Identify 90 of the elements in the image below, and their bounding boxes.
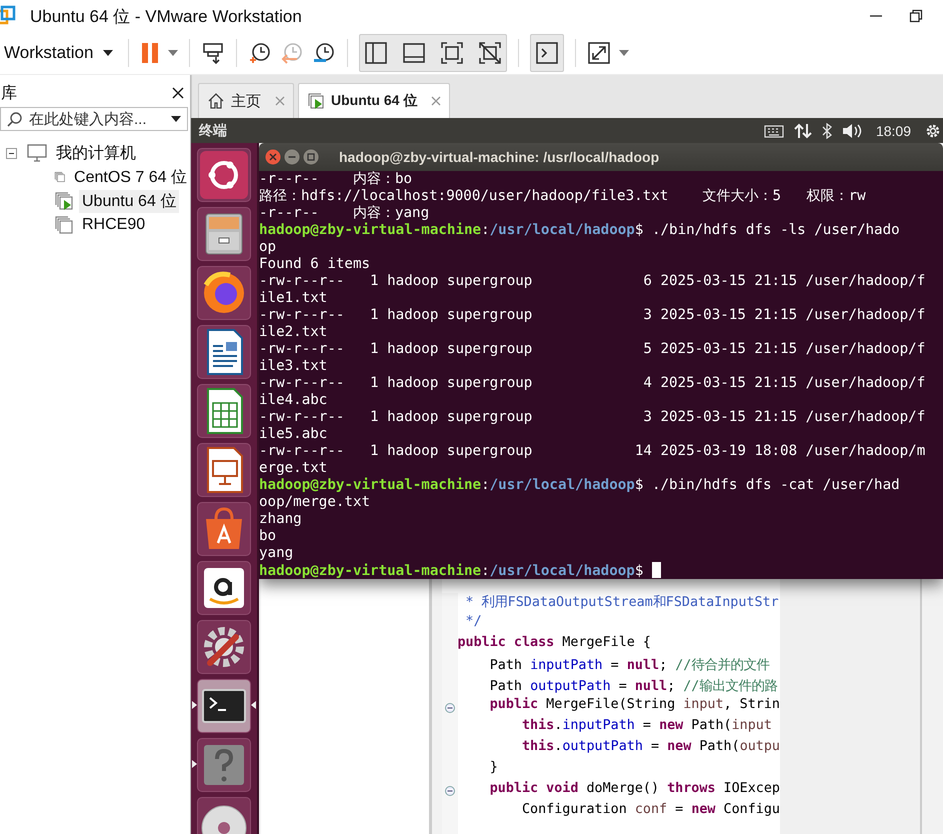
tree-item[interactable]: RHCE90 <box>79 215 148 235</box>
caret-icon <box>171 116 181 122</box>
output-line: yang <box>259 545 294 562</box>
app-title: 终端 <box>199 122 227 140</box>
code-line: public class MergeFile { <box>458 634 652 652</box>
code-line: this.inputPath = new Path(input <box>520 718 773 736</box>
code-line: } <box>488 760 499 778</box>
output-line: -rw-r--r-- 1 hadoop supergroup 4 2025-03-15 21:15 /user/hadoop/f <box>259 375 926 392</box>
tree-item[interactable]: 我的计算机 <box>53 142 139 164</box>
single-window-icon[interactable] <box>402 41 426 65</box>
output-line: ile5.abc <box>259 426 328 443</box>
volume-icon[interactable] <box>842 122 862 138</box>
code-line: this.outputPath = new Path(outpu <box>520 739 780 756</box>
output-line: zhang <box>259 511 303 528</box>
tab-label: Ubuntu 64 位 <box>331 92 418 110</box>
code-line: Path outputPath = null; //输出文件的路 <box>488 678 778 696</box>
fullscreen-icon[interactable] <box>587 41 612 65</box>
ubuntu-logo-icon <box>198 149 250 201</box>
prompt-line: hadoop@zby-virtual-machine:/usr/local/hadoop$ <box>259 562 943 579</box>
code-line: public void doMerge() throws IOExcep <box>488 781 780 798</box>
output-line: 路径：hdfs://localhost:9000/user/hadoop/file3.txt 文件大小：5 权限：rw <box>259 188 867 205</box>
send-keys-icon[interactable] <box>201 41 226 65</box>
restore-icon[interactable] <box>909 9 923 23</box>
home-icon <box>207 92 225 110</box>
launcher-item[interactable] <box>197 266 251 320</box>
fold-icon[interactable] <box>444 702 455 713</box>
output-line: -rw-r--r-- 1 hadoop supergroup 6 2025-03-15 21:15 /user/hadoop/f <box>259 273 926 290</box>
network-icon[interactable] <box>794 122 812 138</box>
output-line: -rw-r--r-- 1 hadoop supergroup 14 2025-03-19 18:08 /user/hadoop/m <box>259 443 926 460</box>
output-line: -rw-r--r-- 1 hadoop supergroup 3 2025-03-15 21:15 /user/hadoop/f <box>259 307 926 324</box>
code-line: * 利用FSDataOutputStream和FSDataInputStr <box>464 594 780 612</box>
tree-item[interactable]: Ubuntu 64 位 <box>79 190 180 212</box>
tab[interactable]: 主页 <box>198 83 294 118</box>
workstation-menu-button[interactable]: Workstation <box>0 43 118 63</box>
search-icon <box>7 111 23 127</box>
running-vm-icon <box>307 92 325 110</box>
output-line: -r--r-- 内容：bo <box>259 171 414 188</box>
output-line: -r--r-- 内容：yang <box>259 205 430 222</box>
output-line: Found 6 items <box>259 256 372 273</box>
prompt-line: hadoop@zby-virtual-machine:/usr/local/hadoop$ ./bin/hdfs dfs -cat /user/had <box>259 477 901 494</box>
clock[interactable]: 18:09 <box>876 122 911 138</box>
launcher-item[interactable] <box>197 561 251 615</box>
fit-window-icon[interactable] <box>440 41 464 65</box>
maximize-icon[interactable] <box>303 149 319 165</box>
console-view-icon[interactable] <box>535 41 560 65</box>
code-line: */ <box>464 614 483 631</box>
panel-title: 库 <box>1 84 17 104</box>
tab-label: 主页 <box>231 92 261 110</box>
search-field[interactable]: 在此处键入内容... <box>0 107 188 131</box>
close-icon[interactable] <box>172 87 184 99</box>
launcher-item[interactable] <box>197 443 251 497</box>
caret-icon[interactable] <box>619 50 630 56</box>
window-title: Ubuntu 64 位 - VMware Workstation <box>30 6 302 28</box>
gear-icon[interactable] <box>925 122 941 138</box>
output-line: bo <box>259 528 278 545</box>
launcher-item[interactable] <box>197 679 251 733</box>
collapse-icon[interactable] <box>6 148 17 158</box>
output-line: -rw-r--r-- 1 hadoop supergroup 5 2025-03-15 21:15 /user/hadoop/f <box>259 341 926 358</box>
output-line: op <box>259 239 278 256</box>
pause-icon[interactable] <box>140 42 160 64</box>
terminal-title: hadoop@zby-virtual-machine: /usr/local/hadoop <box>339 149 660 165</box>
computer-icon <box>27 144 47 162</box>
output-line: ile1.txt <box>259 290 328 307</box>
caret-icon[interactable] <box>168 50 178 56</box>
launcher-item[interactable] <box>197 325 251 379</box>
launcher-item[interactable] <box>197 502 251 556</box>
snapshot-icon[interactable] <box>248 41 272 65</box>
launcher-item[interactable] <box>197 148 251 202</box>
code-line: Path inputPath = null; //待合并的文件 <box>488 656 770 675</box>
launcher-item[interactable] <box>197 620 251 674</box>
output-line: ile2.txt <box>259 324 328 341</box>
autofit-off-icon[interactable] <box>478 41 502 65</box>
code-line: public MergeFile(String input, Strin <box>488 697 780 714</box>
prompt-line: hadoop@zby-virtual-machine:/usr/local/hadoop$ ./bin/hdfs dfs -ls /user/hado <box>259 222 901 239</box>
snapshot-manager-icon[interactable] <box>312 41 336 65</box>
fold-icon[interactable] <box>444 786 455 796</box>
tree-item[interactable]: CentOS 7 64 位 <box>71 166 190 188</box>
launcher-item[interactable] <box>197 384 251 438</box>
tab[interactable]: Ubuntu 64 位 <box>298 83 450 118</box>
output-line: oop/merge.txt <box>259 494 372 511</box>
bluetooth-icon[interactable] <box>822 122 832 138</box>
code-line: Configuration conf = new Configu <box>520 802 780 819</box>
output-line: erge.txt <box>259 460 328 477</box>
output-line: -rw-r--r-- 1 hadoop supergroup 3 2025-03-15 21:15 /user/hadoop/f <box>259 409 926 426</box>
output-line: ile3.txt <box>259 358 328 375</box>
caret-icon <box>103 50 114 56</box>
keyboard-icon[interactable] <box>764 124 784 138</box>
sidebar-view-icon[interactable] <box>364 41 388 65</box>
app-icon <box>0 5 16 27</box>
output-line: ile4.abc <box>259 392 328 409</box>
